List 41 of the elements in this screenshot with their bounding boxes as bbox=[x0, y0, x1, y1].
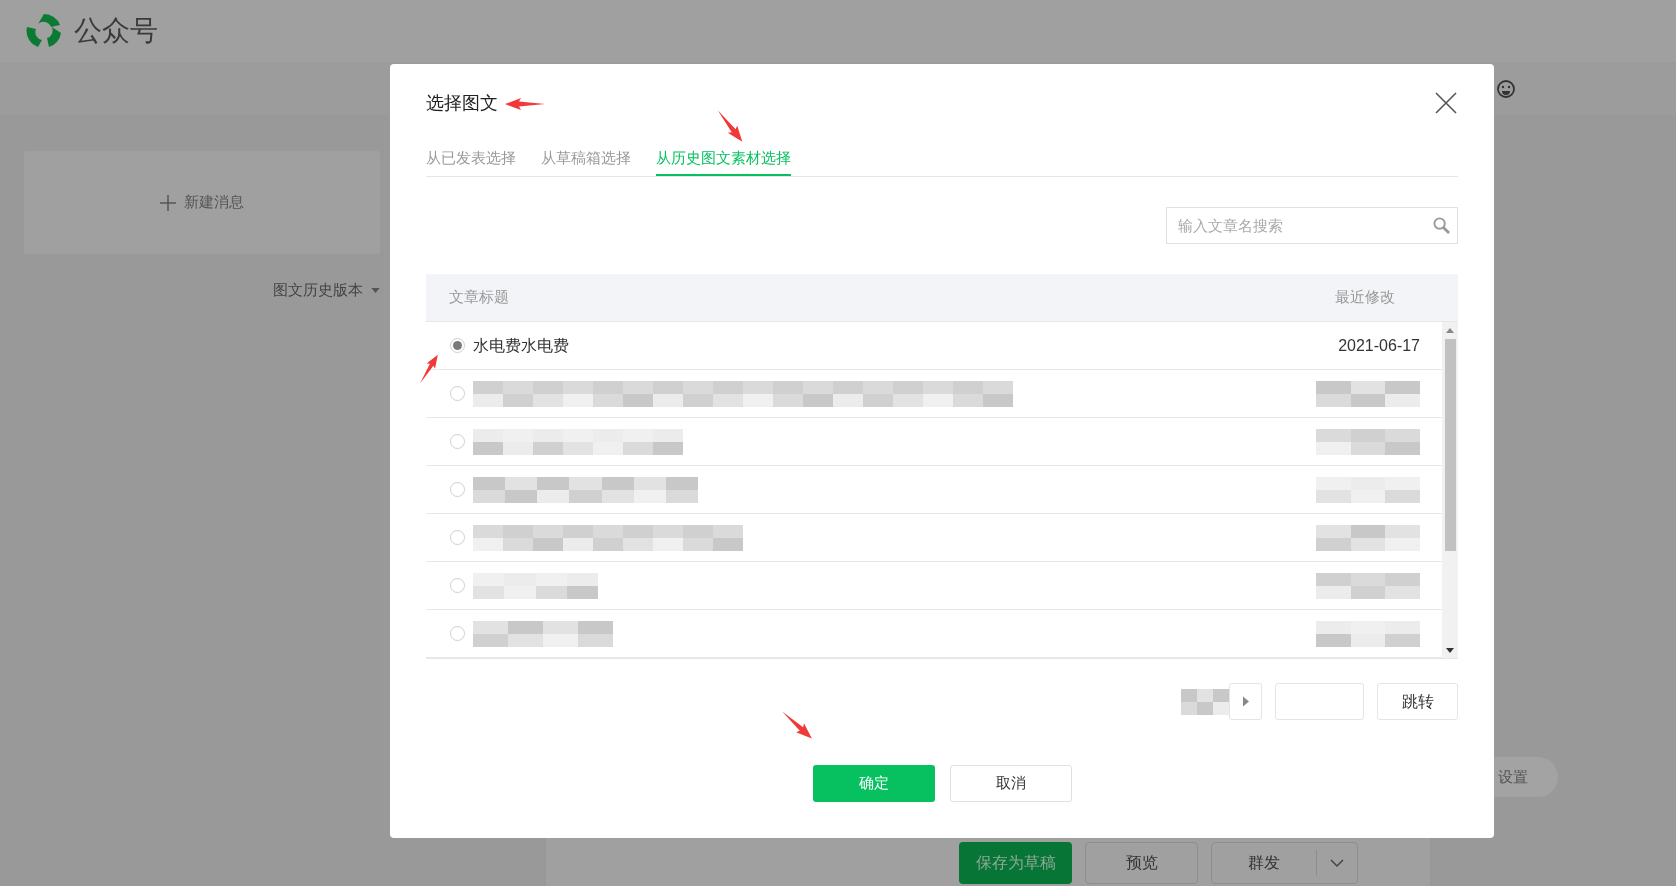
caret-down-icon bbox=[371, 287, 380, 293]
tab[interactable]: 从已发表选择 bbox=[426, 146, 516, 176]
history-versions-link[interactable]: 图文历史版本 bbox=[273, 279, 363, 302]
dialog-title: 选择图文 bbox=[426, 91, 498, 115]
redacted-text bbox=[1181, 688, 1229, 715]
radio-button[interactable] bbox=[450, 338, 465, 353]
tab[interactable]: 从草稿箱选择 bbox=[541, 146, 631, 176]
new-message-label: 新建消息 bbox=[184, 192, 244, 213]
radio-button[interactable] bbox=[450, 578, 465, 593]
scroll-down-icon[interactable] bbox=[1446, 648, 1454, 653]
confirm-button[interactable]: 确定 bbox=[812, 765, 935, 802]
radio-button[interactable] bbox=[450, 386, 465, 401]
radio-button[interactable] bbox=[450, 434, 465, 449]
page-number-field[interactable] bbox=[1275, 683, 1364, 720]
search-icon[interactable] bbox=[1433, 217, 1450, 234]
scrollbar[interactable] bbox=[1442, 322, 1458, 658]
radio-button[interactable] bbox=[450, 626, 465, 641]
column-header: 文章标题 bbox=[449, 287, 510, 308]
new-message-card[interactable]: 新建消息 bbox=[24, 151, 380, 254]
scrollbar-thumb[interactable] bbox=[1444, 339, 1456, 551]
radio-button[interactable] bbox=[450, 530, 465, 545]
search-field[interactable]: 输入文章名搜索 bbox=[1166, 207, 1458, 244]
settings-pill[interactable]: 设置 bbox=[1494, 757, 1558, 797]
next-page-button[interactable] bbox=[1229, 683, 1262, 720]
close-icon[interactable] bbox=[1435, 92, 1457, 114]
preview-button[interactable]: 预览 bbox=[1085, 842, 1198, 884]
app-title: 公众号 bbox=[74, 14, 158, 48]
modified-date: 2021-06-17 bbox=[1338, 335, 1420, 356]
cancel-button[interactable]: 取消 bbox=[949, 765, 1072, 802]
plus-icon bbox=[160, 194, 176, 211]
send-split-button[interactable]: 群发 bbox=[1211, 842, 1358, 884]
send-label[interactable]: 群发 bbox=[1212, 851, 1316, 875]
radio-button[interactable] bbox=[450, 482, 465, 497]
scroll-up-icon[interactable] bbox=[1446, 328, 1454, 333]
triangle-right-icon bbox=[1242, 696, 1249, 707]
column-header: 最近修改 bbox=[1335, 287, 1395, 308]
jump-button[interactable]: 跳转 bbox=[1377, 683, 1458, 720]
article-title: 水电费水电费 bbox=[473, 335, 570, 356]
smiley-icon[interactable] bbox=[1496, 78, 1516, 99]
tab[interactable]: 从历史图文素材选择 bbox=[656, 146, 791, 176]
save-draft-button[interactable]: 保存为草稿 bbox=[959, 842, 1072, 884]
